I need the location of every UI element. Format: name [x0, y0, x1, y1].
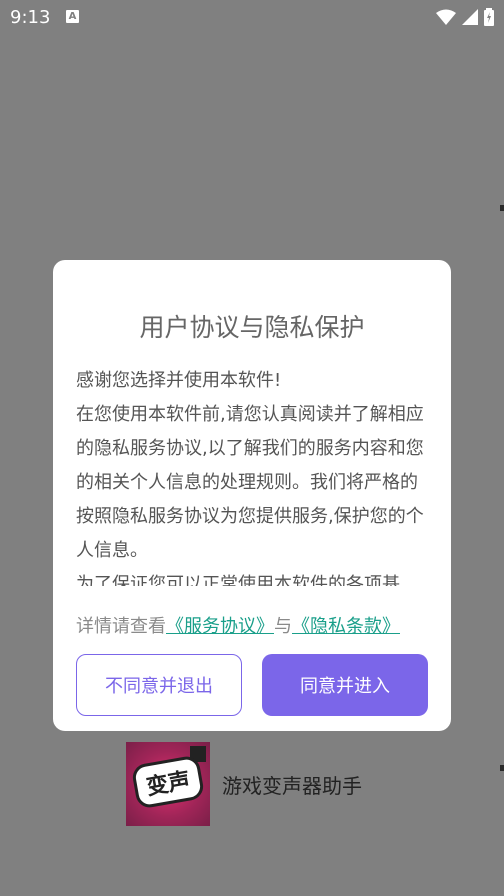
details-line: 详情请查看《服务协议》与《隐私条款》: [76, 612, 436, 638]
battery-icon: [484, 8, 494, 26]
app-logo: 变声: [126, 742, 210, 826]
app-name: 游戏变声器助手: [222, 774, 362, 798]
agree-enter-button[interactable]: 同意并进入: [262, 654, 428, 716]
dialog-body[interactable]: 感谢您选择并使用本软件! 在您使用本软件前,请您认真阅读并了解相应的隐私服务协议…: [76, 364, 430, 586]
body-paragraph: 为了保证您可以正常使用本软件的各项基: [76, 574, 400, 586]
service-agreement-link[interactable]: 《服务协议》: [166, 616, 274, 637]
edge-mark: [500, 765, 504, 771]
status-icons: [436, 8, 494, 26]
decline-exit-button[interactable]: 不同意并退出: [76, 654, 242, 716]
privacy-dialog: 用户协议与隐私保护 感谢您选择并使用本软件! 在您使用本软件前,请您认真阅读并了…: [53, 260, 451, 731]
signal-icon: [462, 9, 478, 25]
dialog-title: 用户协议与隐私保护: [139, 313, 365, 342]
status-bar: 9:13 A: [0, 0, 504, 36]
privacy-terms-link[interactable]: 《隐私条款》: [292, 616, 400, 637]
status-time: 9:13: [10, 7, 51, 28]
wifi-icon: [436, 9, 456, 25]
notification-icon: A: [66, 10, 79, 23]
details-joiner: 与: [274, 616, 292, 637]
details-prefix: 详情请查看: [76, 616, 166, 637]
edge-mark: [500, 205, 504, 211]
logo-bubble: 变声: [130, 754, 206, 810]
body-paragraph: 在您使用本软件前,请您认真阅读并了解相应的隐私服务协议,以了解我们的服务内容和您…: [76, 404, 424, 561]
body-paragraph: 感谢您选择并使用本软件!: [76, 370, 282, 391]
